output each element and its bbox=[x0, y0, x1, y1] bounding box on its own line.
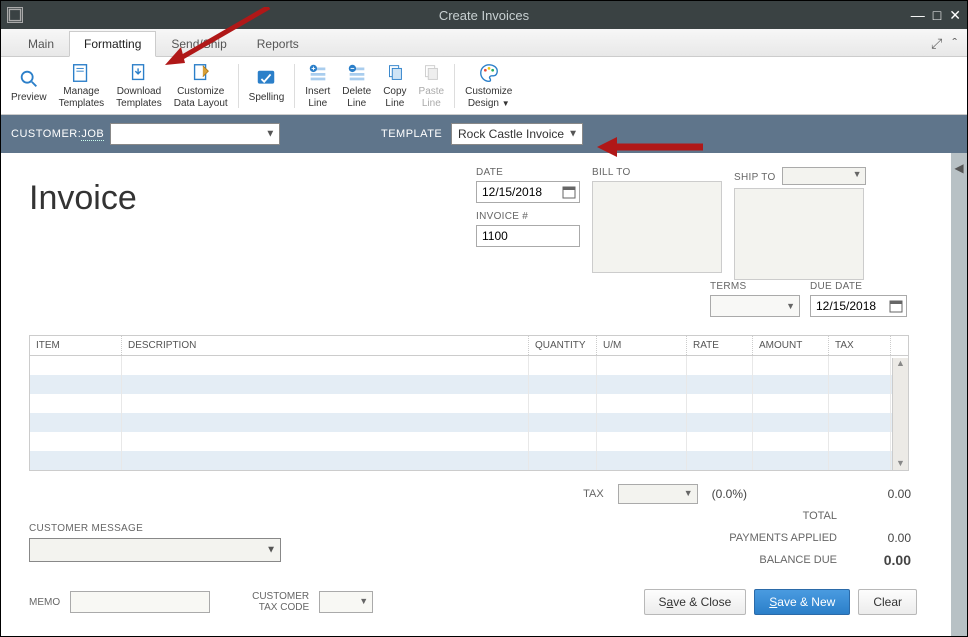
tab-row: Main Formatting Send/Ship Reports ⤢ ˆ bbox=[1, 29, 967, 57]
billto-label: BILL TO bbox=[592, 167, 722, 178]
duedate-input[interactable]: 12/15/2018 bbox=[810, 295, 907, 317]
maximize-icon[interactable]: □ bbox=[933, 8, 941, 22]
shipto-address[interactable] bbox=[734, 188, 864, 280]
ribbon-separator bbox=[454, 64, 455, 108]
minimize-icon[interactable]: — bbox=[911, 8, 925, 22]
shipto-label: SHIP TO bbox=[734, 172, 776, 183]
customize-design-button[interactable]: CustomizeDesign ▼ bbox=[459, 60, 518, 112]
manage-templates-button[interactable]: ManageTemplates bbox=[53, 60, 111, 112]
memo-input[interactable] bbox=[70, 591, 210, 613]
bottom-row: MEMO CUSTOMERTAX CODE ▼ Save & Close Sav… bbox=[29, 591, 927, 613]
dropdown-caret-icon: ▼ bbox=[502, 99, 510, 108]
tax-amount: 0.00 bbox=[761, 487, 911, 501]
collapse-ribbon-icon[interactable]: ˆ bbox=[952, 35, 957, 52]
customer-job-dropdown[interactable]: ▼ bbox=[110, 123, 280, 145]
chevron-down-icon: ▼ bbox=[568, 129, 578, 140]
billto-address[interactable] bbox=[592, 181, 722, 273]
customer-bar: CUSTOMER:JOB ▼ TEMPLATE Rock Castle Invo… bbox=[1, 115, 967, 153]
total-label: TOTAL bbox=[697, 510, 837, 522]
save-close-button[interactable]: Save & Close bbox=[644, 589, 747, 615]
ribbon-separator bbox=[238, 64, 239, 108]
save-new-button[interactable]: Save & New bbox=[754, 589, 850, 615]
customer-message-label: CUSTOMER MESSAGE bbox=[29, 523, 281, 534]
col-quantity[interactable]: QUANTITY bbox=[529, 336, 597, 355]
table-body[interactable] bbox=[30, 356, 908, 470]
window-menu-icon[interactable] bbox=[7, 7, 23, 23]
memo-label: MEMO bbox=[29, 597, 60, 608]
date-label: DATE bbox=[476, 167, 580, 178]
calendar-icon[interactable] bbox=[889, 299, 903, 313]
col-description[interactable]: DESCRIPTION bbox=[122, 336, 529, 355]
chevron-down-icon: ▼ bbox=[786, 301, 795, 311]
invoice-content: Invoice DATE 12/15/2018 INVOICE # 1100 B… bbox=[1, 153, 967, 218]
invoice-number-label: INVOICE # bbox=[476, 211, 580, 222]
scroll-up-icon[interactable]: ▲ bbox=[893, 358, 908, 368]
tab-formatting[interactable]: Formatting bbox=[69, 31, 156, 57]
clear-button[interactable]: Clear bbox=[858, 589, 917, 615]
copy-line-button[interactable]: CopyLine bbox=[377, 60, 412, 112]
date-input[interactable]: 12/15/2018 bbox=[476, 181, 580, 203]
template-dropdown[interactable]: Rock Castle Invoice▼ bbox=[451, 123, 583, 145]
col-um[interactable]: U/M bbox=[597, 336, 687, 355]
chevron-down-icon: ▼ bbox=[359, 596, 368, 606]
side-panel-toggle[interactable]: ◀ bbox=[951, 153, 967, 636]
calendar-icon[interactable] bbox=[562, 185, 576, 199]
insert-line-button[interactable]: InsertLine bbox=[299, 60, 336, 112]
col-tax[interactable]: TAX bbox=[829, 336, 891, 355]
shipto-dropdown[interactable]: ▼ bbox=[782, 167, 866, 185]
scroll-down-icon[interactable]: ▼ bbox=[893, 458, 908, 468]
balance-label: BALANCE DUE bbox=[697, 554, 837, 566]
template-label: TEMPLATE bbox=[381, 128, 442, 140]
tax-pct: (0.0%) bbox=[712, 487, 747, 501]
customer-message-block: CUSTOMER MESSAGE ▼ bbox=[29, 523, 281, 562]
customer-taxcode-dropdown[interactable]: ▼ bbox=[319, 591, 373, 613]
delete-line-button[interactable]: DeleteLine bbox=[336, 60, 377, 112]
chevron-down-icon: ▼ bbox=[266, 545, 276, 556]
customer-taxcode-label: CUSTOMERTAX CODE bbox=[252, 591, 309, 613]
totals-block: TAX ▼ (0.0%) 0.00 TOTAL PAYMENTS APPLIED… bbox=[464, 483, 911, 571]
table-scrollbar[interactable]: ▲ ▼ bbox=[892, 358, 908, 470]
customer-message-dropdown[interactable]: ▼ bbox=[29, 538, 281, 562]
invoice-number-input[interactable]: 1100 bbox=[476, 225, 580, 247]
payments-amount: 0.00 bbox=[851, 531, 911, 545]
chevron-down-icon: ▼ bbox=[853, 169, 862, 179]
terms-label: TERMS bbox=[710, 281, 800, 292]
tab-sendship[interactable]: Send/Ship bbox=[156, 31, 241, 56]
preview-button[interactable]: Preview bbox=[5, 66, 53, 106]
col-amount[interactable]: AMOUNT bbox=[753, 336, 829, 355]
line-items-table: ITEM DESCRIPTION QUANTITY U/M RATE AMOUN… bbox=[29, 335, 909, 471]
balance-amount: 0.00 bbox=[851, 552, 911, 568]
customize-data-layout-button[interactable]: CustomizeData Layout bbox=[168, 60, 234, 112]
tab-main[interactable]: Main bbox=[13, 31, 69, 56]
chevron-down-icon: ▼ bbox=[265, 129, 275, 140]
tax-dropdown[interactable]: ▼ bbox=[618, 484, 698, 504]
ribbon: Preview ManageTemplates DownloadTemplate… bbox=[1, 57, 967, 115]
expand-icon[interactable]: ⤢ bbox=[931, 35, 942, 52]
paste-line-button: PasteLine bbox=[413, 60, 451, 112]
payments-label: PAYMENTS APPLIED bbox=[697, 532, 837, 544]
close-icon[interactable]: ✕ bbox=[949, 8, 961, 22]
window-title: Create Invoices bbox=[439, 8, 529, 23]
col-item[interactable]: ITEM bbox=[30, 336, 122, 355]
table-header: ITEM DESCRIPTION QUANTITY U/M RATE AMOUN… bbox=[30, 336, 908, 356]
download-templates-button[interactable]: DownloadTemplates bbox=[110, 60, 168, 112]
terms-dropdown[interactable]: ▼ bbox=[710, 295, 800, 317]
tab-reports[interactable]: Reports bbox=[242, 31, 314, 56]
tax-label: TAX bbox=[464, 488, 604, 500]
ribbon-separator bbox=[294, 64, 295, 108]
customer-job-label: CUSTOMER:JOB bbox=[11, 128, 104, 140]
chevron-down-icon: ▼ bbox=[684, 488, 693, 498]
titlebar: Create Invoices — □ ✕ bbox=[1, 1, 967, 29]
spelling-button[interactable]: Spelling bbox=[243, 66, 291, 106]
col-rate[interactable]: RATE bbox=[687, 336, 753, 355]
duedate-label: DUE DATE bbox=[810, 281, 907, 292]
